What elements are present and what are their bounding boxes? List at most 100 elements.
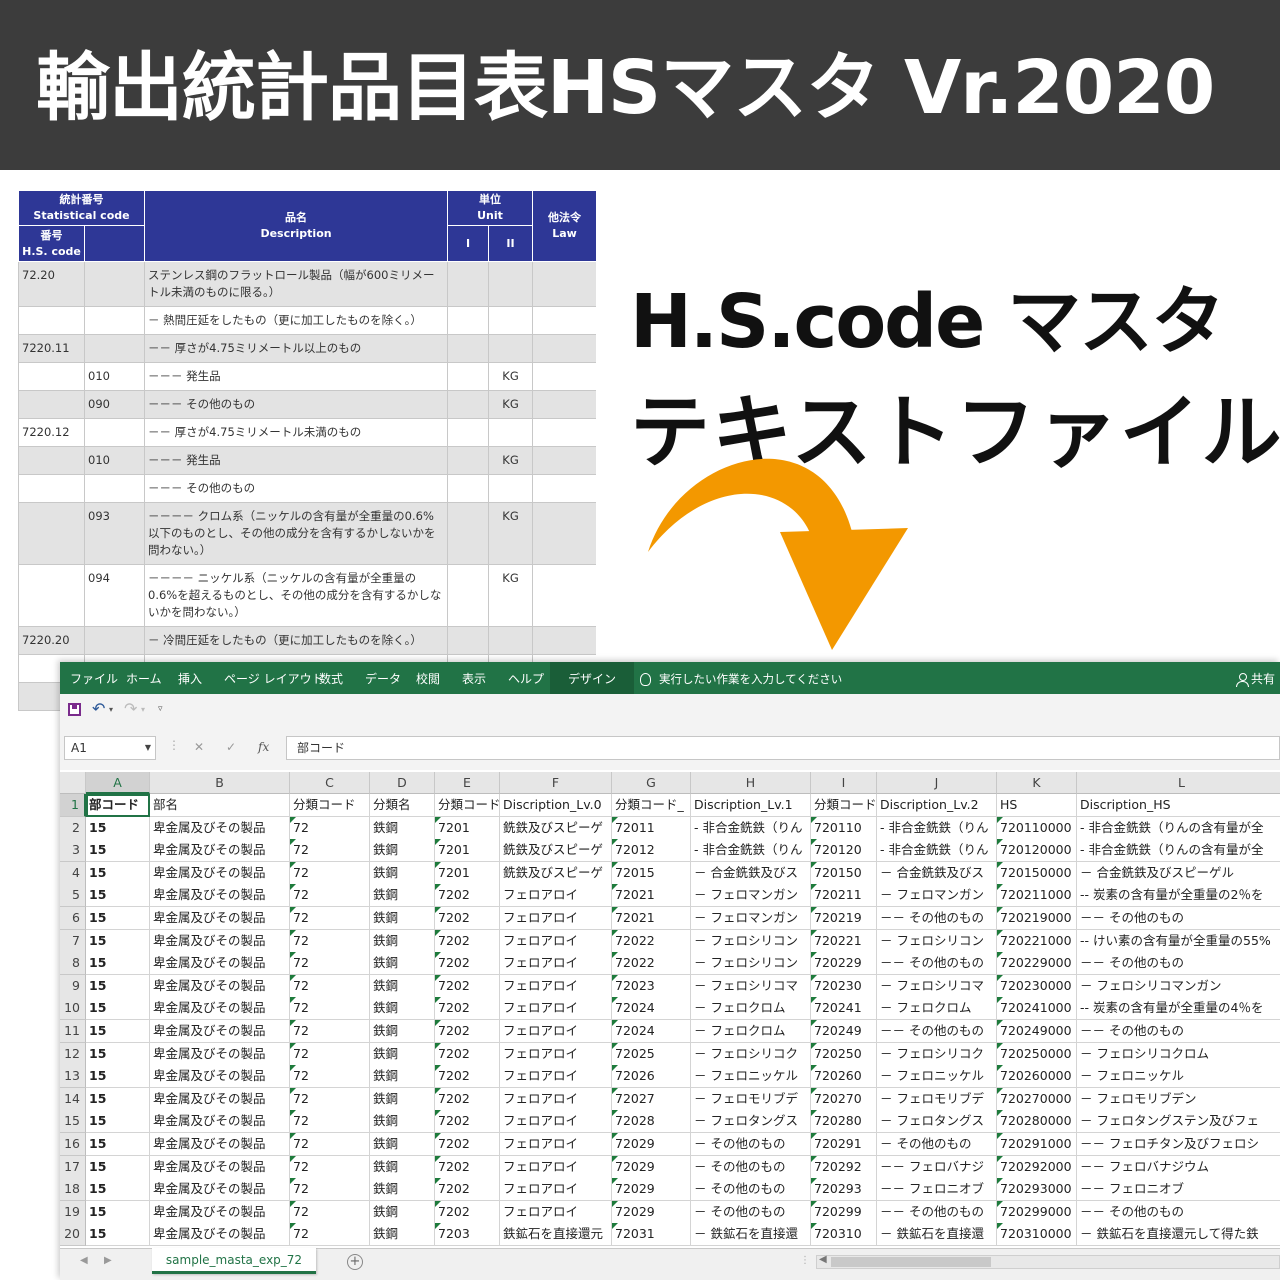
data-cell[interactable]: 15 xyxy=(86,1200,150,1224)
data-cell[interactable]: 鉄鋼 xyxy=(370,1042,435,1066)
row-header[interactable]: 20 xyxy=(60,1223,86,1247)
data-cell[interactable]: 鉄鋼 xyxy=(370,884,435,908)
data-cell[interactable]: 720280 xyxy=(811,1110,877,1134)
data-cell[interactable]: 720260000 xyxy=(997,1065,1077,1089)
data-cell[interactable]: －－ その他のもの xyxy=(877,952,997,976)
data-cell[interactable]: 72 xyxy=(290,1110,370,1134)
data-cell[interactable]: 72 xyxy=(290,1042,370,1066)
header-cell[interactable]: 部名 xyxy=(150,794,290,817)
row-header[interactable]: 1 xyxy=(60,794,86,817)
data-cell[interactable]: 72022 xyxy=(612,952,691,976)
data-cell[interactable]: フェロアロイ xyxy=(500,997,612,1021)
data-cell[interactable]: － フェロタングステン及びフェ xyxy=(1077,1110,1280,1134)
data-cell[interactable]: － その他のもの xyxy=(691,1133,811,1156)
column-header-j[interactable]: J xyxy=(877,772,997,794)
data-cell[interactable]: 7202 xyxy=(435,952,500,976)
data-cell[interactable]: 720230 xyxy=(811,974,877,998)
data-cell[interactable]: 卑金属及びその製品 xyxy=(150,1178,290,1202)
tab-review[interactable]: 校閲 xyxy=(416,662,440,694)
data-cell[interactable]: 鉄鋼 xyxy=(370,1200,435,1224)
data-cell[interactable]: 72024 xyxy=(612,997,691,1021)
data-cell[interactable]: 7202 xyxy=(435,1110,500,1134)
data-cell[interactable]: 72 xyxy=(290,884,370,908)
insert-function-icon[interactable]: fx xyxy=(258,740,269,754)
data-cell[interactable]: 72 xyxy=(290,1065,370,1089)
column-header-i[interactable]: I xyxy=(811,772,877,794)
data-cell[interactable]: 720211000 xyxy=(997,884,1077,908)
data-cell[interactable]: 7202 xyxy=(435,997,500,1021)
add-sheet-icon[interactable]: + xyxy=(347,1254,363,1270)
data-cell[interactable]: －－ その他のもの xyxy=(1077,907,1280,930)
data-cell[interactable]: －－ その他のもの xyxy=(877,1200,997,1224)
data-cell[interactable]: 15 xyxy=(86,816,150,840)
undo-icon[interactable]: ↶ xyxy=(92,699,105,718)
data-cell[interactable]: 72025 xyxy=(612,1042,691,1066)
row-header[interactable]: 4 xyxy=(60,861,86,885)
data-cell[interactable]: 720230000 xyxy=(997,974,1077,998)
data-cell[interactable]: －－ フェロニオブ xyxy=(1077,1178,1280,1202)
data-cell[interactable]: フェロアロイ xyxy=(500,1020,612,1043)
data-cell[interactable]: 720110 xyxy=(811,816,877,840)
data-cell[interactable]: － フェロシリコン xyxy=(877,929,997,953)
data-cell[interactable]: 15 xyxy=(86,952,150,976)
data-cell[interactable]: 卑金属及びその製品 xyxy=(150,974,290,998)
data-cell[interactable]: 鉄鋼 xyxy=(370,839,435,863)
tell-me-search[interactable]: 実行したい作業を入力してください xyxy=(640,662,842,694)
column-header-k[interactable]: K xyxy=(997,772,1077,794)
redo-dropdown-icon[interactable]: ▾ xyxy=(141,705,145,714)
data-cell[interactable]: 7202 xyxy=(435,1065,500,1089)
data-cell[interactable]: － 合金銑鉄及びス xyxy=(691,861,811,885)
data-cell[interactable]: - 非合金銑鉄（りん xyxy=(691,816,811,840)
data-cell[interactable]: 卑金属及びその製品 xyxy=(150,929,290,953)
tab-insert[interactable]: 挿入 xyxy=(178,662,202,694)
row-header[interactable]: 19 xyxy=(60,1200,86,1224)
header-cell[interactable]: Discription_Lv.2 xyxy=(877,794,997,817)
data-cell[interactable]: 7201 xyxy=(435,816,500,840)
data-cell[interactable]: 720293000 xyxy=(997,1178,1077,1202)
data-cell[interactable]: フェロアロイ xyxy=(500,974,612,998)
column-header-d[interactable]: D xyxy=(370,772,435,794)
data-cell[interactable]: 720270 xyxy=(811,1087,877,1111)
data-cell[interactable]: 卑金属及びその製品 xyxy=(150,952,290,976)
data-cell[interactable]: － 合金銑鉄及びス xyxy=(877,861,997,885)
data-cell[interactable]: 卑金属及びその製品 xyxy=(150,1200,290,1224)
data-cell[interactable]: 720270000 xyxy=(997,1087,1077,1111)
data-cell[interactable]: 鉄鋼 xyxy=(370,974,435,998)
data-cell[interactable]: 7202 xyxy=(435,884,500,908)
tab-design[interactable]: デザイン xyxy=(550,662,635,694)
data-cell[interactable]: - 非合金銑鉄（りんの含有量が全 xyxy=(1077,816,1280,840)
row-header[interactable]: 18 xyxy=(60,1178,86,1202)
data-cell[interactable]: 15 xyxy=(86,997,150,1021)
data-cell[interactable]: 鉄鋼 xyxy=(370,1087,435,1111)
data-cell[interactable]: 銑鉄及びスピーゲ xyxy=(500,861,612,885)
data-cell[interactable]: 720219000 xyxy=(997,907,1077,930)
data-cell[interactable]: 720292 xyxy=(811,1155,877,1179)
tab-view[interactable]: 表示 xyxy=(462,662,486,694)
data-cell[interactable]: 72026 xyxy=(612,1065,691,1089)
data-cell[interactable]: - 非合金銑鉄（りんの含有量が全 xyxy=(1077,839,1280,863)
data-cell[interactable]: 72 xyxy=(290,1020,370,1043)
data-cell[interactable]: －－ フェロニオブ xyxy=(877,1178,997,1202)
data-cell[interactable]: 720310 xyxy=(811,1223,877,1247)
data-cell[interactable]: 72021 xyxy=(612,884,691,908)
data-cell[interactable]: 72 xyxy=(290,929,370,953)
data-cell[interactable]: 720221 xyxy=(811,929,877,953)
data-cell[interactable]: －－ フェロバナジウム xyxy=(1077,1155,1280,1179)
data-cell[interactable]: - 非合金銑鉄（りん xyxy=(877,839,997,863)
data-cell[interactable]: 7202 xyxy=(435,1087,500,1111)
data-cell[interactable]: 卑金属及びその製品 xyxy=(150,1155,290,1179)
header-cell[interactable]: Discription_HS xyxy=(1077,794,1280,817)
data-cell[interactable]: フェロアロイ xyxy=(500,952,612,976)
header-cell[interactable]: 分類コード xyxy=(811,794,877,817)
data-cell[interactable]: 15 xyxy=(86,1223,150,1247)
data-cell[interactable]: 卑金属及びその製品 xyxy=(150,907,290,930)
data-cell[interactable]: 720229 xyxy=(811,952,877,976)
data-cell[interactable]: 720150 xyxy=(811,861,877,885)
data-cell[interactable]: - 非合金銑鉄（りん xyxy=(691,839,811,863)
data-cell[interactable]: 720150000 xyxy=(997,861,1077,885)
data-cell[interactable]: － フェロモリブデ xyxy=(691,1087,811,1111)
data-cell[interactable]: 720211 xyxy=(811,884,877,908)
data-cell[interactable]: フェロアロイ xyxy=(500,929,612,953)
data-cell[interactable]: － その他のもの xyxy=(691,1178,811,1202)
data-cell[interactable]: 鉄鋼 xyxy=(370,952,435,976)
